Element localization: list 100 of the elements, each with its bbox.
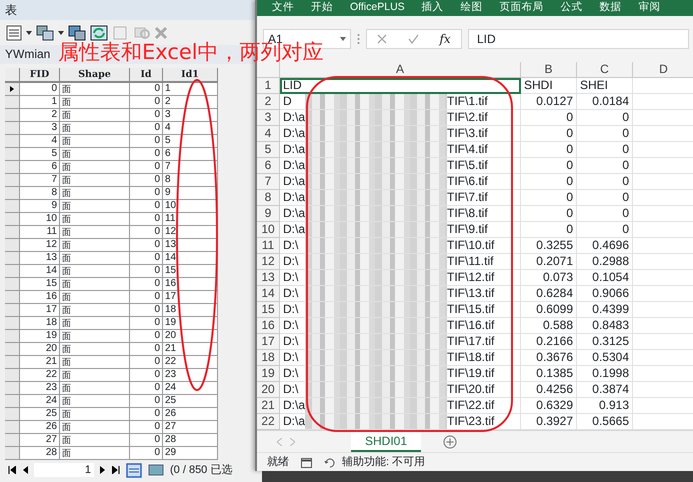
- table-cell: 0: [130, 343, 163, 356]
- next-page-icon[interactable]: [100, 466, 106, 474]
- ribbon-tab[interactable]: 数据: [600, 0, 622, 16]
- column-header[interactable]: FID: [20, 68, 60, 83]
- row-header[interactable]: 6: [257, 158, 280, 174]
- row-header[interactable]: 20: [257, 382, 280, 398]
- row-header[interactable]: 18: [257, 350, 280, 366]
- table-cell: 26: [163, 408, 218, 421]
- page-field[interactable]: 1: [34, 463, 94, 477]
- row-header[interactable]: 22: [257, 414, 280, 430]
- row-header[interactable]: 17: [257, 334, 280, 350]
- caret-icon[interactable]: [58, 30, 64, 34]
- row-header[interactable]: 14: [257, 286, 280, 302]
- next-sheet-icon[interactable]: [290, 438, 295, 446]
- table-cell: 24: [163, 382, 218, 395]
- table-cell: 6: [20, 161, 60, 174]
- table-cell: 2: [20, 109, 60, 122]
- table-cell: 0: [130, 447, 163, 460]
- table-cell: 2: [163, 96, 218, 109]
- last-page-icon[interactable]: [112, 466, 120, 474]
- row-header[interactable]: 4: [257, 126, 280, 142]
- caret-icon: [340, 37, 346, 41]
- table-cell: 16: [163, 278, 218, 291]
- column-header[interactable]: Id: [130, 68, 163, 83]
- column-header[interactable]: C: [577, 62, 633, 78]
- row-header[interactable]: 9: [257, 206, 280, 222]
- cancel-icon[interactable]: [377, 34, 388, 44]
- table-cell: 7: [163, 161, 218, 174]
- table-cell: TIF\7.tif: [447, 190, 488, 205]
- table-cell: 0.2166: [521, 334, 577, 350]
- row-header[interactable]: 10: [257, 222, 280, 238]
- table-cell: 0: [521, 206, 577, 222]
- related-tables-icon[interactable]: [36, 24, 54, 40]
- table-cell: 13: [163, 239, 218, 252]
- table-cell: 0: [577, 174, 633, 190]
- table-cell: 0: [130, 265, 163, 278]
- select-by-attributes-icon[interactable]: [68, 24, 86, 40]
- row-header[interactable]: 7: [257, 174, 280, 190]
- ribbon-tab[interactable]: 审阅: [638, 0, 661, 16]
- ribbon-tab[interactable]: 公式: [560, 0, 583, 16]
- row-header[interactable]: 16: [257, 318, 280, 334]
- table-cell: 0: [130, 213, 163, 226]
- row-header[interactable]: 8: [257, 190, 280, 206]
- column-header[interactable]: A: [280, 62, 521, 78]
- previous-sheet-icon[interactable]: [277, 438, 282, 446]
- table-cell: TIF\1.tif: [447, 94, 488, 109]
- column-header[interactable]: Id1: [163, 68, 218, 83]
- accessibility-status[interactable]: 辅助功能: 不可用: [342, 454, 426, 470]
- table-tab[interactable]: YWmian: [5, 47, 50, 61]
- switch-selection-icon[interactable]: [90, 24, 108, 40]
- row-selector[interactable]: [5, 83, 20, 96]
- ribbon-tab[interactable]: OfficePLUS: [350, 0, 405, 16]
- ribbon-tab[interactable]: 插入: [422, 0, 444, 16]
- table-cell: 15: [163, 265, 218, 278]
- select-all-corner[interactable]: [257, 62, 280, 78]
- all-records-icon[interactable]: [126, 462, 142, 478]
- macro-icon[interactable]: [301, 456, 312, 468]
- column-header[interactable]: B: [521, 62, 577, 78]
- table-cell: 面: [60, 265, 130, 278]
- row-header[interactable]: 12: [257, 254, 280, 270]
- formula-field[interactable]: LID: [468, 29, 689, 49]
- check-icon[interactable]: [408, 34, 419, 44]
- row-header[interactable]: 2: [257, 94, 280, 110]
- table-cell: 0: [130, 161, 163, 174]
- delete-icon[interactable]: [154, 26, 168, 40]
- add-sheet-icon[interactable]: [443, 434, 458, 448]
- insert-function-button[interactable]: fx: [439, 30, 451, 48]
- first-page-icon[interactable]: [8, 466, 16, 474]
- row-header[interactable]: 13: [257, 270, 280, 286]
- selected-records-icon[interactable]: [148, 464, 164, 476]
- sheet-tab[interactable]: SHDI01: [351, 431, 422, 452]
- table-cell: 0.3255: [521, 238, 577, 254]
- table-options-icon[interactable]: [6, 24, 22, 40]
- row-header[interactable]: 1: [257, 78, 280, 94]
- caret-icon[interactable]: [26, 30, 32, 34]
- previous-page-icon[interactable]: [22, 466, 28, 474]
- clear-selection-icon[interactable]: [112, 24, 128, 40]
- ribbon-tab[interactable]: 绘图: [460, 0, 483, 16]
- table-cell: TIF\3.tif: [447, 126, 488, 141]
- ribbon-tab[interactable]: 开始: [311, 0, 333, 16]
- ribbon-tab[interactable]: 文件: [272, 0, 294, 16]
- zoom-selected-icon[interactable]: [132, 24, 150, 40]
- row-header[interactable]: 11: [257, 238, 280, 254]
- row-header[interactable]: 15: [257, 302, 280, 318]
- table-cell: 0.4256: [521, 382, 577, 398]
- row-header[interactable]: 19: [257, 366, 280, 382]
- table-cell: 0.1054: [577, 270, 633, 286]
- table-cell: 0: [577, 110, 633, 126]
- column-header[interactable]: D: [633, 62, 693, 78]
- row-header[interactable]: 21: [257, 398, 280, 414]
- row-header[interactable]: 5: [257, 142, 280, 158]
- column-header[interactable]: Shape: [60, 68, 130, 83]
- table-cell: 面: [60, 213, 130, 226]
- table-cell: 9: [20, 200, 60, 213]
- drag-handle-icon[interactable]: [357, 33, 360, 45]
- table-cell: 面: [60, 421, 130, 434]
- table-cell[interactable]: LID: [280, 78, 521, 94]
- table-cell: TIF\8.tif: [447, 206, 488, 221]
- ribbon-tab[interactable]: 页面布局: [500, 0, 544, 16]
- row-header[interactable]: 3: [257, 110, 280, 126]
